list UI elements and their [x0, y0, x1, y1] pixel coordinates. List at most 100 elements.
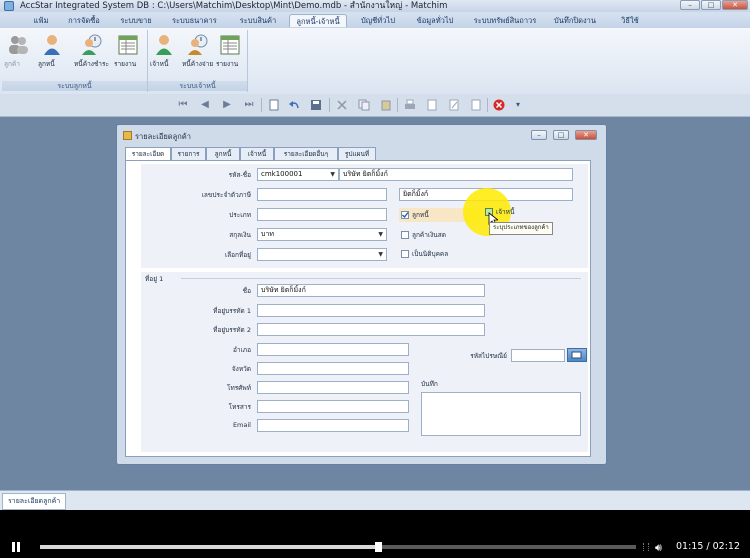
currency-label: สกุลเงิน [229, 231, 251, 239]
tab-period-close[interactable]: บันทึกปิดงาน [553, 14, 597, 27]
fax-field[interactable] [257, 400, 409, 413]
pause-icon[interactable] [11, 542, 21, 552]
tab-sales[interactable]: ระบบขาย [118, 14, 154, 27]
fax-label: โทรสาร [228, 403, 251, 411]
province-field[interactable] [257, 362, 409, 375]
toolbar-overflow-icon[interactable]: ▾ [512, 99, 524, 111]
dialog-close-button[interactable]: ✕ [575, 130, 597, 140]
first-record-icon[interactable]: ⏮ [177, 99, 189, 111]
customer-name-field[interactable]: บริษัท ยิตก็มิ้งก์ [339, 168, 573, 181]
played-progress [40, 545, 378, 549]
creditor-checkbox-label: เจ้าหนี้ [496, 208, 515, 216]
cash-customer-checkbox[interactable] [401, 231, 409, 239]
address-name-label: ชื่อ [242, 287, 251, 295]
group-payables-label: ระบบเจ้าหนี้ [148, 81, 247, 91]
ribbon-ar-report-button[interactable]: รายงาน [114, 34, 142, 68]
chevron-down-icon: ▼ [330, 171, 335, 178]
tab-general-info[interactable]: ข้อมูลทั่วไป [413, 14, 457, 27]
record-toolbar: ⏮ ◀ ▶ ⏭ ▾ [0, 94, 750, 117]
grip-icon [643, 543, 649, 551]
seek-bar[interactable] [40, 542, 636, 552]
ribbon-creditor-button[interactable]: เจ้าหนี้ [150, 34, 178, 68]
open-window-tab[interactable]: รายละเอียดลูกค้า [2, 493, 67, 510]
last-record-icon[interactable]: ⏭ [243, 99, 255, 111]
person-icon [153, 34, 175, 56]
tab-inventory[interactable]: ระบบสินค้า [236, 14, 280, 27]
tab-creditor[interactable]: เจ้าหนี้ [240, 147, 274, 160]
edit-icon[interactable] [448, 99, 460, 111]
delete-icon[interactable] [470, 99, 482, 111]
dialog-maximize-button[interactable]: □ [553, 130, 569, 140]
group-receivables-label: ระบบลูกหนี้ [2, 81, 147, 91]
map-lookup-button[interactable] [567, 348, 587, 362]
debtor-checkbox-label: ลูกหนี้ [412, 211, 429, 219]
tab-banking[interactable]: ระบบธนาคาร [172, 14, 217, 27]
toolbar-separator [261, 98, 262, 112]
cut-icon[interactable] [336, 99, 348, 111]
tab-debtor[interactable]: ลูกหนี้ [206, 147, 240, 160]
type-field[interactable] [257, 208, 387, 221]
address-section-label: ที่อยู่ 1 [145, 275, 164, 283]
details-panel: รหัส-ชื่อ cmk100001 ▼ บริษัท ยิตก็มิ้งก์ … [125, 160, 591, 457]
ribbon-customer-button[interactable]: ลูกค้า [4, 34, 32, 68]
phone-field[interactable] [257, 381, 409, 394]
type-label: ประเภท [229, 211, 251, 219]
zip-label: รหัสไปรษณีย์ [470, 352, 507, 360]
customer-detail-window: รายละเอียดลูกค้า – □ ✕ รายละเอียด รายการ… [116, 124, 607, 465]
paste-icon[interactable] [380, 99, 392, 111]
zip-field[interactable] [511, 349, 565, 362]
address-line2-field[interactable] [257, 323, 485, 336]
tab-details[interactable]: รายละเอียด [125, 147, 171, 161]
dialog-minimize-button[interactable]: – [531, 130, 547, 140]
tab-purchasing[interactable]: การจัดซื้อ [66, 14, 102, 27]
address-select[interactable]: ▼ [257, 248, 387, 261]
maximize-button[interactable]: □ [701, 0, 721, 10]
address-line1-label: ที่อยู่บรรทัด 1 [213, 307, 251, 315]
address-line1-field[interactable] [257, 304, 485, 317]
print-icon[interactable] [404, 99, 416, 111]
email-field[interactable] [257, 419, 409, 432]
new-record-icon[interactable] [268, 99, 280, 111]
address-select-label: เลือกที่อยู่ [224, 251, 251, 259]
title-bar: AccStar Integrated System DB : C:\Users\… [0, 0, 750, 12]
section-divider [181, 278, 581, 279]
app-icon [4, 1, 14, 11]
tab-general-ledger[interactable]: บัญชีทั่วไป [356, 14, 400, 27]
copy-icon[interactable] [358, 99, 370, 111]
tab-help[interactable]: วิธีใช้ [617, 14, 643, 27]
ribbon-ar-outstanding-button[interactable]: หนี้ค้างชำระ [74, 34, 110, 68]
save-icon[interactable] [310, 99, 322, 111]
ribbon-ap-outstanding-button[interactable]: หนี้ค้างจ่าย [182, 34, 214, 68]
phone-label: โทรศัพท์ [227, 384, 251, 392]
tab-file[interactable]: แฟ้ม [28, 14, 54, 27]
preview-icon[interactable] [426, 99, 438, 111]
next-record-icon[interactable]: ▶ [221, 99, 233, 111]
note-textarea[interactable] [421, 392, 581, 436]
undo-icon[interactable] [288, 99, 300, 111]
address-name-field[interactable]: บริษัท ยิตก็มิ้งก์ [257, 284, 485, 297]
tab-other-details[interactable]: รายละเอียดอื่นๆ [274, 147, 338, 160]
ribbon-debtor-button[interactable]: ลูกหนี้ [38, 34, 66, 68]
chevron-down-icon: ▼ [378, 231, 383, 238]
district-field[interactable] [257, 343, 409, 356]
customer-code-select[interactable]: cmk100001 ▼ [257, 168, 339, 181]
person-icon [41, 34, 63, 56]
minimize-button[interactable]: – [680, 0, 700, 10]
tab-ar-ap[interactable]: ลูกหนี้-เจ้าหนี้ [289, 14, 347, 27]
prev-record-icon[interactable]: ◀ [199, 99, 211, 111]
seek-handle[interactable] [374, 542, 382, 552]
tab-fixed-assets[interactable]: ระบบทรัพย์สินถาวร [473, 14, 537, 27]
currency-select[interactable]: บาท ▼ [257, 228, 387, 241]
taxid-field[interactable] [257, 188, 387, 201]
customer-window-title: รายละเอียดลูกค้า [135, 132, 191, 141]
cancel-icon[interactable] [493, 99, 505, 111]
ribbon-ap-report-button[interactable]: รายงาน [216, 34, 244, 68]
province-label: จังหวัด [231, 365, 251, 373]
debtor-checkbox[interactable] [401, 211, 409, 219]
close-button[interactable]: ✕ [722, 0, 748, 10]
tab-transactions[interactable]: รายการ [171, 147, 206, 160]
juristic-checkbox[interactable] [401, 250, 409, 258]
type-tooltip: ระบุประเภทของลูกค้า [489, 222, 553, 235]
volume-icon[interactable]: 🔊︎ [655, 541, 662, 555]
tab-map[interactable]: รูปแผนที่ [338, 147, 376, 160]
